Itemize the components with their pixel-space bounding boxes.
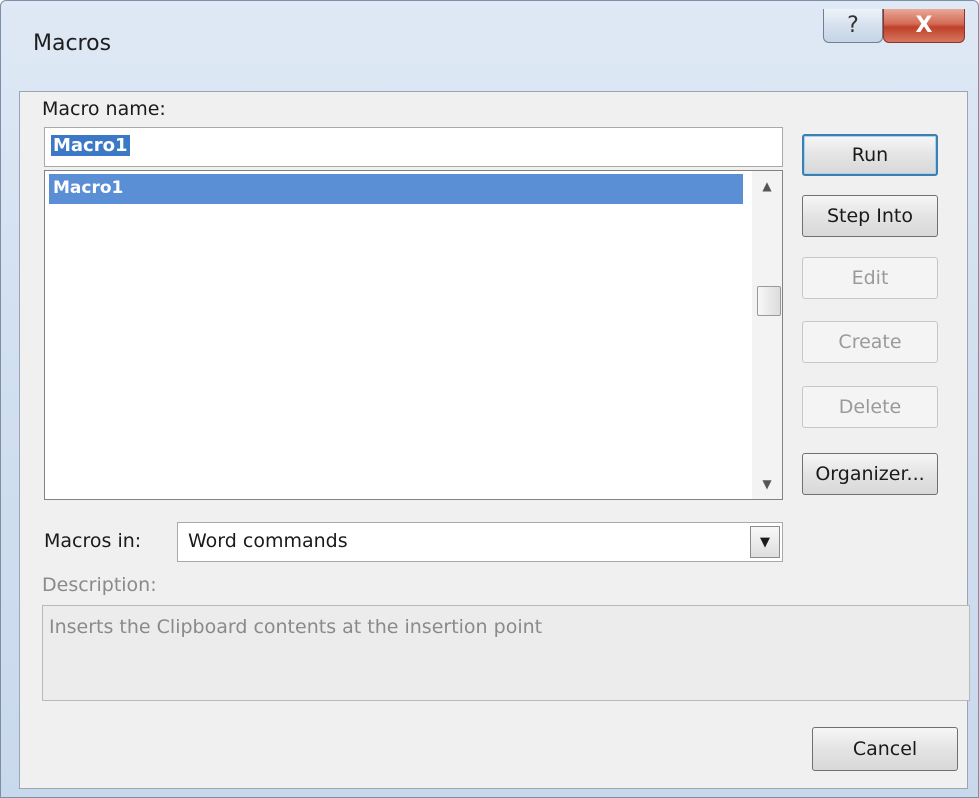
macro-name-value: Macro1 (51, 135, 130, 156)
run-button[interactable]: Run (802, 134, 938, 176)
edit-button[interactable]: Edit (802, 257, 938, 299)
title-bar: Macros ? X (1, 1, 978, 91)
macro-name-label: Macro name: (42, 98, 166, 120)
help-button[interactable]: ? (823, 9, 883, 43)
create-button[interactable]: Create (802, 321, 938, 363)
delete-button[interactable]: Delete (802, 386, 938, 428)
macros-in-label: Macros in: (44, 530, 142, 552)
description-text: Inserts the Clipboard contents at the in… (49, 616, 543, 638)
dialog-title: Macros (33, 31, 112, 56)
scroll-down-arrow-icon[interactable]: ▼ (752, 469, 782, 499)
macro-list[interactable]: Macro1 ▲ ▼ (44, 170, 783, 500)
help-icon: ? (847, 13, 859, 38)
chevron-down-icon[interactable]: ▼ (750, 526, 780, 558)
description-label: Description: (42, 574, 157, 596)
organizer-button[interactable]: Organizer... (802, 453, 938, 495)
macros-in-select[interactable]: Word commands ▼ (177, 522, 783, 562)
macros-in-value: Word commands (188, 530, 348, 552)
scroll-up-arrow-icon[interactable]: ▲ (752, 171, 782, 201)
cancel-button[interactable]: Cancel (812, 727, 958, 771)
step-into-button[interactable]: Step Into (802, 195, 938, 237)
close-button[interactable]: X (883, 9, 965, 43)
list-item[interactable]: Macro1 (49, 174, 743, 204)
close-icon: X (915, 13, 933, 38)
list-scrollbar[interactable]: ▲ ▼ (752, 171, 782, 499)
macros-dialog: Macros ? X Macro name: Macro1 Macro1 ▲ ▼… (0, 0, 979, 798)
scroll-thumb[interactable] (757, 286, 781, 316)
macro-name-input[interactable]: Macro1 (44, 127, 783, 167)
dialog-body: Macro name: Macro1 Macro1 ▲ ▼ Run Step I… (19, 91, 970, 789)
description-box: Inserts the Clipboard contents at the in… (42, 605, 970, 701)
